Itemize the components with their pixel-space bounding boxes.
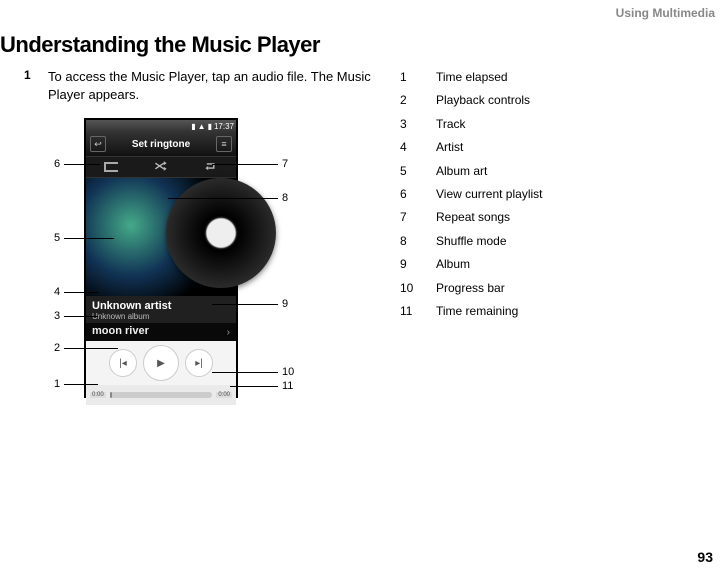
legend-row: 3Track bbox=[400, 113, 543, 136]
title-bar: ↩ Set ringtone ≡ bbox=[86, 132, 236, 156]
page-title: Understanding the Music Player bbox=[0, 32, 320, 58]
progress-fill bbox=[110, 392, 112, 398]
legend-row: 9Album bbox=[400, 253, 543, 276]
legend-row: 5Album art bbox=[400, 160, 543, 183]
list-icon[interactable]: ≡ bbox=[216, 136, 232, 152]
chapter-label: Using Multimedia bbox=[616, 6, 715, 20]
album-label: Unknown album bbox=[92, 312, 230, 321]
toolbar bbox=[86, 156, 236, 178]
status-time: 17:37 bbox=[214, 122, 234, 131]
previous-button[interactable]: |◂ bbox=[109, 349, 137, 377]
legend-row: 2Playback controls bbox=[400, 89, 543, 112]
legend-row: 7Repeat songs bbox=[400, 206, 543, 229]
play-button[interactable]: ▶ bbox=[143, 345, 179, 381]
page-number: 93 bbox=[697, 549, 713, 565]
legend-row: 1Time elapsed bbox=[400, 66, 543, 89]
progress-area: 0:00 0:00 bbox=[86, 385, 236, 405]
status-bar: ▮ ▲ ▮ 17:37 bbox=[86, 120, 236, 132]
legend: 1Time elapsed 2Playback controls 3Track … bbox=[400, 66, 543, 323]
legend-row: 11Time remaining bbox=[400, 300, 543, 323]
legend-row: 6View current playlist bbox=[400, 183, 543, 206]
info-band: Unknown artist Unknown album bbox=[86, 296, 236, 323]
artist-label: Unknown artist bbox=[92, 300, 230, 312]
chevron-right-icon: › bbox=[227, 327, 230, 338]
legend-row: 4Artist bbox=[400, 136, 543, 159]
album-art[interactable] bbox=[86, 178, 236, 296]
battery-icon: ▮ bbox=[208, 122, 212, 131]
progress-bar[interactable] bbox=[110, 392, 213, 398]
signal-icon: ▮ bbox=[191, 122, 195, 131]
time-elapsed: 0:00 bbox=[90, 392, 106, 398]
repeat-icon[interactable] bbox=[204, 158, 218, 176]
playlist-icon[interactable] bbox=[104, 162, 118, 172]
record-graphic bbox=[166, 178, 276, 288]
shuffle-icon[interactable] bbox=[154, 158, 168, 176]
step-text: To access the Music Player, tap an audio… bbox=[48, 68, 378, 104]
track-band[interactable]: moon river › bbox=[86, 323, 236, 341]
wifi-icon: ▲ bbox=[198, 122, 206, 131]
next-button[interactable]: ▸| bbox=[185, 349, 213, 377]
screen-title: Set ringtone bbox=[132, 139, 190, 150]
music-player-screenshot: ▮ ▲ ▮ 17:37 ↩ Set ringtone ≡ Unknown art… bbox=[84, 118, 238, 398]
legend-row: 10Progress bar bbox=[400, 277, 543, 300]
track-label: moon river bbox=[92, 325, 230, 337]
back-icon[interactable]: ↩ bbox=[90, 136, 106, 152]
step-number: 1 bbox=[24, 68, 31, 82]
legend-row: 8Shuffle mode bbox=[400, 230, 543, 253]
time-remaining: 0:00 bbox=[216, 392, 232, 398]
